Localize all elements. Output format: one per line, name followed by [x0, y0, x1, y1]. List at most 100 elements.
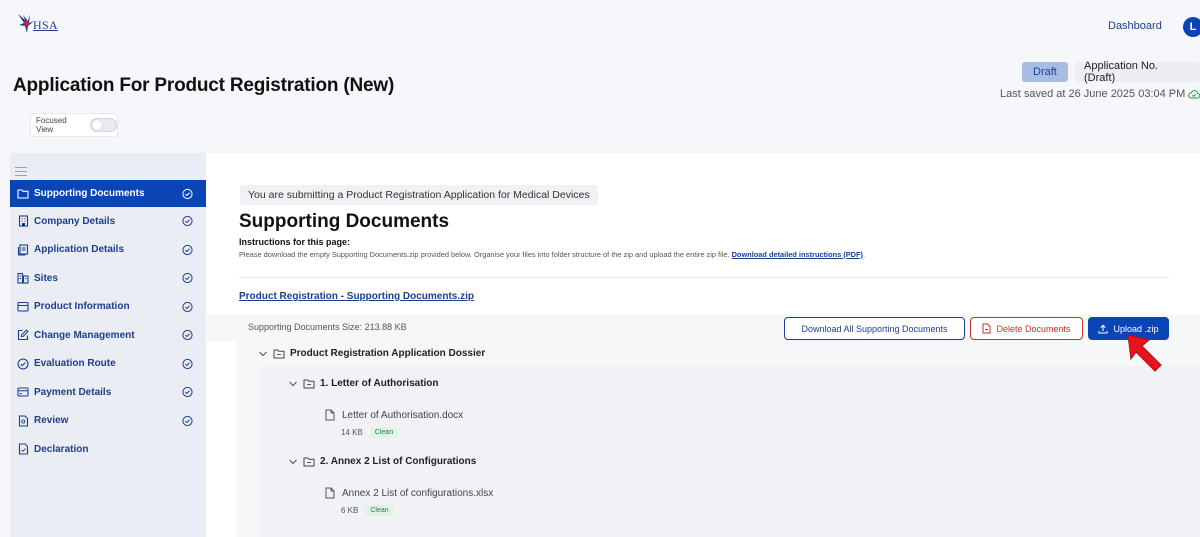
- upload-icon: [1098, 324, 1108, 333]
- sidebar-item-label: Application Details: [34, 244, 125, 256]
- delete-documents-label: Delete Documents: [996, 323, 1071, 334]
- sidebar-item-label: Review: [34, 415, 69, 427]
- file-meta: 14 KB Clean: [341, 427, 399, 438]
- file-size: 14 KB: [341, 428, 363, 437]
- review-icon: [17, 415, 29, 427]
- sidebar-item-change-management[interactable]: Change Management: [10, 321, 206, 350]
- sidebar-item-label: Change Management: [34, 329, 135, 341]
- document-stack-icon: [17, 244, 29, 256]
- download-all-label: Download All Supporting Documents: [801, 323, 948, 334]
- section-title: Supporting Documents: [239, 211, 450, 232]
- sidebar-item-evaluation-route[interactable]: Evaluation Route: [10, 350, 206, 379]
- toggle-switch[interactable]: [90, 118, 117, 132]
- top-bar: HSA Dashboard L: [0, 0, 1200, 52]
- sidebar-item-label: Evaluation Route: [34, 358, 116, 370]
- application-number: Application No. (Draft): [1075, 60, 1200, 84]
- documents-size: Supporting Documents Size: 213.88 KB: [248, 322, 407, 332]
- check-circle-icon: [182, 273, 193, 284]
- menu-icon[interactable]: [15, 167, 27, 179]
- card-icon: [17, 386, 29, 398]
- sidebar-item-label: Product Information: [34, 301, 130, 313]
- tree-node-folder[interactable]: 2. Annex 2 List of Configurations: [288, 456, 476, 467]
- folder-icon: [303, 379, 315, 388]
- sites-icon: [17, 272, 29, 284]
- pointer-arrow-icon: [1127, 334, 1162, 372]
- chevron-down-icon[interactable]: [288, 380, 298, 388]
- logo-text: HSA: [33, 18, 58, 32]
- sidebar-item-payment-details[interactable]: Payment Details: [10, 378, 206, 407]
- status-badge: Draft: [1022, 62, 1068, 82]
- file-name: Annex 2 List of configurations.xlsx: [342, 487, 494, 499]
- documents-toolbar: Supporting Documents Size: 213.88 KB Dow…: [206, 315, 1200, 341]
- check-circle-icon: [182, 415, 193, 426]
- sidebar-nav: Supporting Documents Company Details App…: [10, 180, 206, 464]
- building-icon: [17, 215, 29, 227]
- sidebar-item-application-details[interactable]: Application Details: [10, 236, 206, 265]
- chevron-down-icon[interactable]: [288, 458, 298, 466]
- clean-badge: Clean: [365, 505, 394, 516]
- supporting-documents-zip-link[interactable]: Product Registration - Supporting Docume…: [239, 291, 474, 302]
- sidebar: Supporting Documents Company Details App…: [10, 153, 206, 537]
- hsa-logo[interactable]: HSA: [16, 12, 58, 34]
- tree-node-label: 2. Annex 2 List of Configurations: [320, 456, 477, 467]
- page-title: Application For Product Registration (Ne…: [13, 75, 395, 96]
- tree-node-root[interactable]: Product Registration Application Dossier: [258, 348, 485, 359]
- sidebar-item-supporting-documents[interactable]: Supporting Documents: [10, 180, 206, 207]
- sidebar-item-product-information[interactable]: Product Information: [10, 293, 206, 322]
- download-instructions-link[interactable]: Download detailed instructions (PDF): [732, 250, 863, 259]
- sidebar-item-label: Supporting Documents: [34, 188, 145, 199]
- check-circle-icon: [182, 188, 193, 199]
- check-circle-icon: [182, 216, 193, 227]
- info-banner: You are submitting a Product Registratio…: [240, 185, 598, 205]
- box-icon: [17, 301, 29, 313]
- tree-children: [260, 366, 1200, 537]
- instructions-body: Please download the empty Supporting Doc…: [239, 250, 730, 259]
- main-content: You are submitting a Product Registratio…: [206, 153, 1200, 537]
- tree-node-label: 1. Letter of Authorisation: [320, 378, 439, 389]
- sidebar-item-label: Sites: [34, 272, 58, 284]
- folder-icon: [273, 349, 285, 358]
- folder-icon: [303, 457, 315, 466]
- file-size: 6 KB: [341, 506, 359, 515]
- file-meta: 6 KB Clean: [341, 505, 394, 516]
- check-circle-icon: [182, 387, 193, 398]
- tree-node-label: Product Registration Application Dossier: [290, 348, 486, 359]
- file-item[interactable]: Annex 2 List of configurations.xlsx: [325, 487, 493, 499]
- sidebar-item-company-details[interactable]: Company Details: [10, 207, 206, 236]
- last-saved-label: Last saved at 26 June 2025 03:04 PM: [1000, 88, 1186, 100]
- delete-documents-button[interactable]: Delete Documents: [970, 317, 1083, 340]
- check-circle-icon: [17, 358, 29, 370]
- sidebar-item-review[interactable]: Review: [10, 407, 206, 436]
- focused-view-label: Focused View: [36, 116, 67, 134]
- instructions-text: Please download the empty Supporting Doc…: [239, 250, 865, 259]
- user-avatar[interactable]: L: [1183, 17, 1200, 37]
- file-icon: [325, 487, 335, 499]
- instructions-heading: Instructions for this page:: [239, 237, 351, 247]
- last-saved-text: Last saved at 26 June 2025 03:04 PM: [1000, 88, 1200, 100]
- check-circle-icon: [182, 358, 193, 369]
- period: .: [863, 250, 866, 259]
- declaration-icon: [17, 443, 29, 455]
- sidebar-item-label: Payment Details: [34, 386, 112, 398]
- file-name: Letter of Authorisation.docx: [342, 409, 464, 421]
- tree-node-folder[interactable]: 1. Letter of Authorisation: [288, 378, 439, 389]
- sidebar-item-sites[interactable]: Sites: [10, 264, 206, 293]
- check-circle-icon: [182, 330, 193, 341]
- clean-badge: Clean: [369, 427, 399, 438]
- file-icon: [325, 409, 335, 421]
- dashboard-link[interactable]: Dashboard: [1108, 20, 1162, 32]
- download-all-button[interactable]: Download All Supporting Documents: [784, 317, 965, 340]
- file-delete-icon: [982, 323, 991, 334]
- cloud-check-icon: [1188, 90, 1200, 99]
- chevron-down-icon[interactable]: [258, 350, 268, 358]
- sidebar-item-label: Company Details: [34, 215, 116, 227]
- file-item[interactable]: Letter of Authorisation.docx: [325, 409, 463, 421]
- sidebar-item-label: Declaration: [34, 443, 89, 455]
- folder-icon: [17, 188, 29, 200]
- focused-view-toggle[interactable]: Focused View: [30, 113, 118, 137]
- document-tree: Product Registration Application Dossier…: [236, 341, 1200, 537]
- check-circle-icon: [182, 244, 193, 255]
- edit-icon: [17, 329, 29, 341]
- sidebar-item-declaration[interactable]: Declaration: [10, 435, 206, 464]
- divider: [239, 277, 1169, 278]
